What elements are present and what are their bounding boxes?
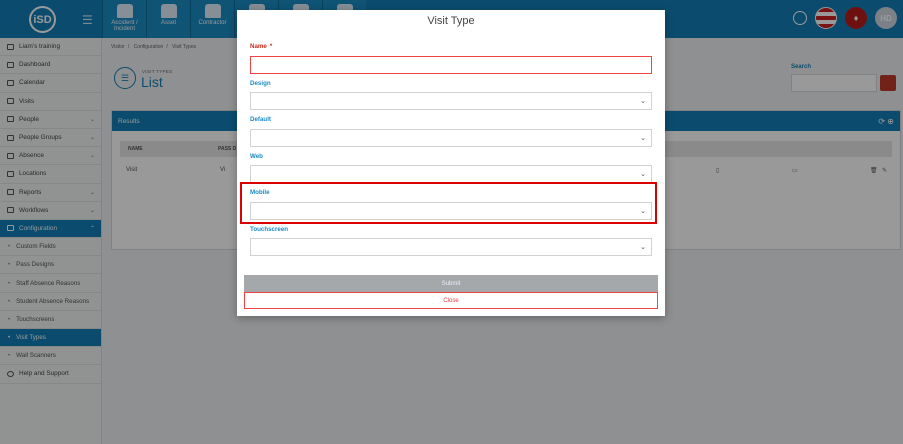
name-label: Name *	[250, 43, 273, 50]
chevron-down-icon: ⌄	[640, 98, 646, 105]
modal-title: Visit Type	[427, 15, 475, 27]
mobile-label: Mobile	[250, 189, 270, 196]
design-label: Design	[250, 80, 271, 87]
visit-type-modal: Visit Type Name * Design ⌄ Default ⌄ Web …	[237, 10, 665, 316]
default-label: Default	[250, 116, 271, 123]
touchscreen-select[interactable]: ⌄	[250, 238, 652, 256]
default-select[interactable]: ⌄	[250, 129, 652, 147]
web-select[interactable]: ⌄	[250, 165, 652, 183]
mobile-select[interactable]: ⌄	[250, 202, 652, 220]
name-input[interactable]	[250, 56, 652, 74]
submit-button[interactable]: Submit	[244, 275, 658, 292]
chevron-down-icon: ⌄	[640, 135, 646, 142]
web-label: Web	[250, 153, 263, 160]
chevron-down-icon: ⌄	[640, 171, 646, 178]
touchscreen-label: Touchscreen	[250, 226, 289, 233]
close-button[interactable]: Close	[244, 292, 658, 309]
design-select[interactable]: ⌄	[250, 92, 652, 110]
chevron-down-icon: ⌄	[640, 244, 646, 251]
chevron-down-icon: ⌄	[640, 208, 646, 215]
required-star: *	[269, 43, 273, 50]
